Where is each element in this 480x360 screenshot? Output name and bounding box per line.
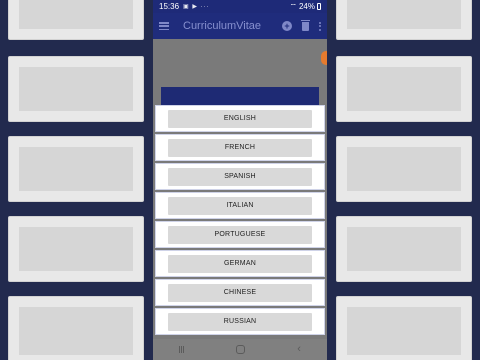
language-button-chinese[interactable]: CHINESE <box>168 283 312 302</box>
background-panel <box>8 56 144 122</box>
background-panel <box>8 216 144 282</box>
status-time: 15:36 <box>159 2 180 11</box>
language-button-russian[interactable]: RUSSIAN <box>168 312 312 331</box>
language-button-spanish[interactable]: SPANISH <box>168 167 312 186</box>
floating-action-button[interactable] <box>321 51 327 65</box>
background-panel <box>336 56 472 122</box>
app-title: CurriculumVitae <box>183 20 262 32</box>
list-item: CHINESE <box>155 279 325 306</box>
hamburger-menu-icon[interactable] <box>159 22 169 30</box>
list-item: ENGLISH <box>155 105 325 132</box>
app-bar: CurriculumVitae + <box>153 13 327 39</box>
list-item: GERMAN <box>155 250 325 277</box>
add-circle-icon[interactable]: + <box>282 21 292 31</box>
battery-percent: 24% <box>298 2 315 11</box>
background-panel <box>336 296 472 360</box>
background-panel <box>8 296 144 360</box>
language-button-english[interactable]: ENGLISH <box>168 109 312 128</box>
app-bar-actions: + <box>282 19 321 31</box>
signal-icon: ⌔ <box>289 1 297 11</box>
notification-icons: ▣ ▶ ··· <box>183 4 210 10</box>
phone-screen: 15:36 ▣ ▶ ··· ⌔ 24% CurriculumVitae + EN… <box>153 0 327 360</box>
list-item: RUSSIAN <box>155 308 325 335</box>
background-panel <box>8 136 144 202</box>
system-nav-bar: ‹ <box>153 339 327 360</box>
more-options-icon[interactable] <box>319 21 321 31</box>
list-item: FRENCH <box>155 134 325 161</box>
language-button-german[interactable]: GERMAN <box>168 254 312 273</box>
home-icon[interactable] <box>236 345 246 354</box>
list-item: SPANISH <box>155 163 325 190</box>
trash-icon[interactable] <box>301 19 310 31</box>
back-icon[interactable]: ‹ <box>297 344 301 355</box>
list-item: ITALIAN <box>155 192 325 219</box>
language-button-french[interactable]: FRENCH <box>168 138 312 157</box>
background-panel <box>336 216 472 282</box>
language-button-italian[interactable]: ITALIAN <box>168 196 312 215</box>
recent-apps-icon[interactable] <box>179 346 185 353</box>
background-panel <box>336 136 472 202</box>
language-button-portuguese[interactable]: PORTUGUESE <box>168 225 312 244</box>
status-right: ⌔ 24% <box>289 2 321 12</box>
background-panel <box>336 0 472 40</box>
language-list: ENGLISH FRENCH SPANISH ITALIAN PORTUGUES… <box>155 105 327 337</box>
background-panel <box>8 0 144 40</box>
battery-icon <box>317 3 321 10</box>
header-strip <box>161 87 319 105</box>
list-item: PORTUGUESE <box>155 221 325 248</box>
status-bar: 15:36 ▣ ▶ ··· ⌔ 24% <box>153 0 327 13</box>
